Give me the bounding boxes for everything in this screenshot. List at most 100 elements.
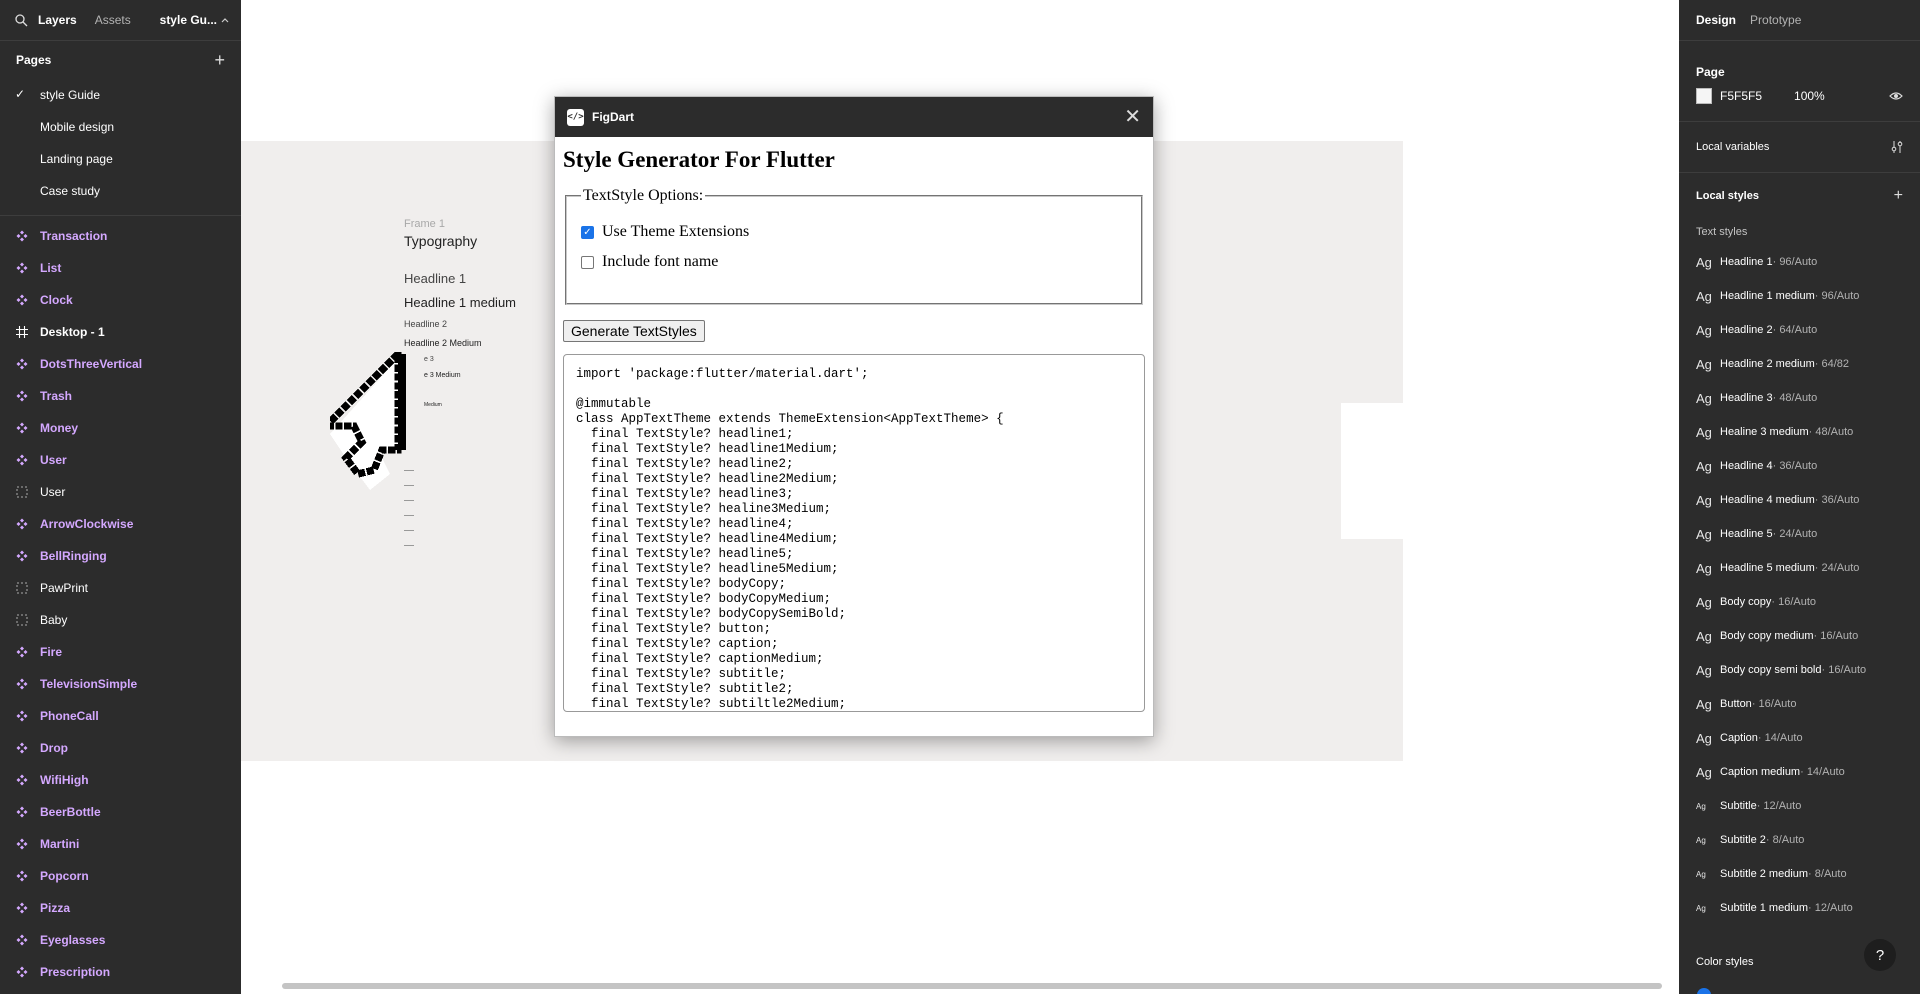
headline2-medium-sample[interactable]: Headline 2 Medium <box>404 338 482 348</box>
layer-item[interactable]: ArrowClockwise <box>0 508 241 540</box>
text-style-item[interactable]: Ag Headline 5 medium · 24/Auto <box>1679 551 1920 585</box>
layer-item[interactable]: Prescription <box>0 956 241 988</box>
layer-item[interactable]: User <box>0 476 241 508</box>
option-row[interactable]: ✓ Use Theme Extensions <box>581 223 1127 241</box>
eye-icon[interactable] <box>1889 91 1903 101</box>
text-style-item[interactable]: Ag Body copy semi bold · 16/Auto <box>1679 653 1920 687</box>
text-style-item[interactable]: Ag Headline 4 medium · 36/Auto <box>1679 483 1920 517</box>
local-variables-row[interactable]: Local variables <box>1679 122 1920 172</box>
text-style-item[interactable]: Ag Subtitle 2 · 8/Auto <box>1679 823 1920 857</box>
search-icon[interactable] <box>14 13 28 27</box>
text-style-name: Body copy medium <box>1720 630 1814 642</box>
layer-item[interactable]: PhoneCall <box>0 700 241 732</box>
frame-hash-icon <box>16 326 28 338</box>
text-style-ag-icon: Ag <box>1696 560 1712 576</box>
text-style-name: Caption medium <box>1720 766 1801 778</box>
layer-item[interactable]: BeerBottle <box>0 796 241 828</box>
help-button[interactable]: ? <box>1864 939 1896 971</box>
text-style-item[interactable]: Ag Subtitle · 12/Auto <box>1679 789 1920 823</box>
headline2-sample[interactable]: Headline 2 <box>404 319 447 329</box>
text-style-item[interactable]: Ag Button · 16/Auto <box>1679 687 1920 721</box>
text-style-item[interactable]: Ag Headline 3 · 48/Auto <box>1679 381 1920 415</box>
generate-textstyles-button[interactable]: Generate TextStyles <box>563 320 705 342</box>
headline4-medium-sample[interactable]: Medium <box>424 402 442 408</box>
layer-item[interactable]: Pizza <box>0 892 241 924</box>
layer-item[interactable]: Trash <box>0 380 241 412</box>
plugin-titlebar[interactable]: </> FigDart ✕ <box>555 97 1153 137</box>
generated-code-area[interactable]: import 'package:flutter/material.dart'; … <box>563 354 1145 712</box>
text-style-item[interactable]: Ag Headline 2 · 64/Auto <box>1679 313 1920 347</box>
headline1-medium-sample[interactable]: Headline 1 medium <box>404 295 516 310</box>
text-styles-list: Ag Headline 1 · 96/Auto Ag Headline 1 mediu… <box>1679 245 1920 925</box>
layer-item-label: Martini <box>40 837 80 851</box>
text-style-item[interactable]: Ag Headline 2 medium · 64/82 <box>1679 347 1920 381</box>
layer-item[interactable]: Transaction <box>0 220 241 252</box>
layer-list: Transaction List Clock Desktop - 1 DotsThree… <box>0 220 241 988</box>
text-style-item[interactable]: Ag Subtitle 1 medium · 12/Auto <box>1679 891 1920 925</box>
page-item-label: Landing page <box>40 152 113 166</box>
figdart-plugin-window: </> FigDart ✕ Style Generator For Flutte… <box>554 96 1154 737</box>
local-styles-row: Local styles + <box>1679 173 1920 219</box>
layer-item[interactable]: Popcorn <box>0 860 241 892</box>
layer-item[interactable]: BellRinging <box>0 540 241 572</box>
page-switcher[interactable]: style Gu... <box>160 13 229 27</box>
text-style-item[interactable]: Ag Caption · 14/Auto <box>1679 721 1920 755</box>
page-color-swatch[interactable] <box>1696 88 1712 104</box>
tab-assets[interactable]: Assets <box>95 13 131 27</box>
layer-item[interactable]: Baby <box>0 604 241 636</box>
page-item[interactable]: Case study <box>0 175 241 207</box>
text-style-item[interactable]: Ag Body copy medium · 16/Auto <box>1679 619 1920 653</box>
text-style-item[interactable]: Ag Subtitle 2 medium · 8/Auto <box>1679 857 1920 891</box>
layer-item[interactable]: Clock <box>0 284 241 316</box>
divider <box>0 215 241 216</box>
headline3-medium-sample[interactable]: e 3 Medium <box>424 372 461 379</box>
text-styles-heading: Text styles <box>1696 226 1748 238</box>
text-style-item[interactable]: Ag Headline 1 medium · 96/Auto <box>1679 279 1920 313</box>
layer-item-label: Trash <box>40 389 73 403</box>
layer-item[interactable]: WifiHigh <box>0 764 241 796</box>
text-style-item[interactable]: Ag Headline 1 · 96/Auto <box>1679 245 1920 279</box>
layer-item[interactable]: Drop <box>0 732 241 764</box>
page-item[interactable]: Mobile design <box>0 111 241 143</box>
page-opacity-value[interactable]: 100% <box>1794 89 1825 103</box>
page-color-value[interactable]: F5F5F5 <box>1720 89 1762 103</box>
text-style-item[interactable]: Ag Headline 5 · 24/Auto <box>1679 517 1920 551</box>
component-icon <box>16 454 28 466</box>
page-item[interactable]: ✓ style Guide <box>0 79 241 111</box>
close-icon[interactable]: ✕ <box>1124 107 1141 127</box>
text-style-name: Headline 2 medium <box>1720 358 1815 370</box>
option-row[interactable]: Include font name <box>581 253 1127 271</box>
sliders-icon[interactable] <box>1891 140 1903 154</box>
tab-design[interactable]: Design <box>1696 13 1736 27</box>
text-style-item[interactable]: Ag Healine 3 medium · 48/Auto <box>1679 415 1920 449</box>
canvas-rectangle[interactable] <box>1341 403 1431 539</box>
layer-item[interactable]: Money <box>0 412 241 444</box>
layer-item[interactable]: User <box>0 444 241 476</box>
layer-item[interactable]: DotsThreeVertical <box>0 348 241 380</box>
tab-layers[interactable]: Layers <box>38 13 77 27</box>
add-style-icon[interactable]: + <box>1894 187 1903 205</box>
layer-item[interactable]: PawPrint <box>0 572 241 604</box>
tab-prototype[interactable]: Prototype <box>1750 13 1801 27</box>
checkbox-unchecked[interactable] <box>581 255 594 269</box>
text-style-item[interactable]: Ag Caption medium · 14/Auto <box>1679 755 1920 789</box>
page-item[interactable]: Landing page <box>0 143 241 175</box>
layer-item[interactable]: TelevisionSimple <box>0 668 241 700</box>
text-style-item[interactable]: Ag Body copy · 16/Auto <box>1679 585 1920 619</box>
text-style-item[interactable]: Ag Headline 4 · 36/Auto <box>1679 449 1920 483</box>
layer-item[interactable]: Desktop - 1 <box>0 316 241 348</box>
layer-item-label: Pizza <box>40 901 71 915</box>
frame-label[interactable]: Frame 1 <box>404 218 445 230</box>
layer-item[interactable]: List <box>0 252 241 284</box>
add-page-icon[interactable]: + <box>214 50 225 71</box>
page-fill-row[interactable]: F5F5F5 100% <box>1679 81 1920 111</box>
pages-header: Pages + <box>0 41 241 79</box>
horizontal-scrollbar[interactable] <box>282 983 1662 989</box>
layer-item[interactable]: Martini <box>0 828 241 860</box>
typography-title[interactable]: Typography <box>404 233 477 249</box>
layer-item[interactable]: Fire <box>0 636 241 668</box>
layer-item[interactable]: Eyeglasses <box>0 924 241 956</box>
headline1-sample[interactable]: Headline 1 <box>404 271 466 286</box>
checkbox-checked[interactable]: ✓ <box>581 225 594 239</box>
component-icon <box>16 742 28 754</box>
